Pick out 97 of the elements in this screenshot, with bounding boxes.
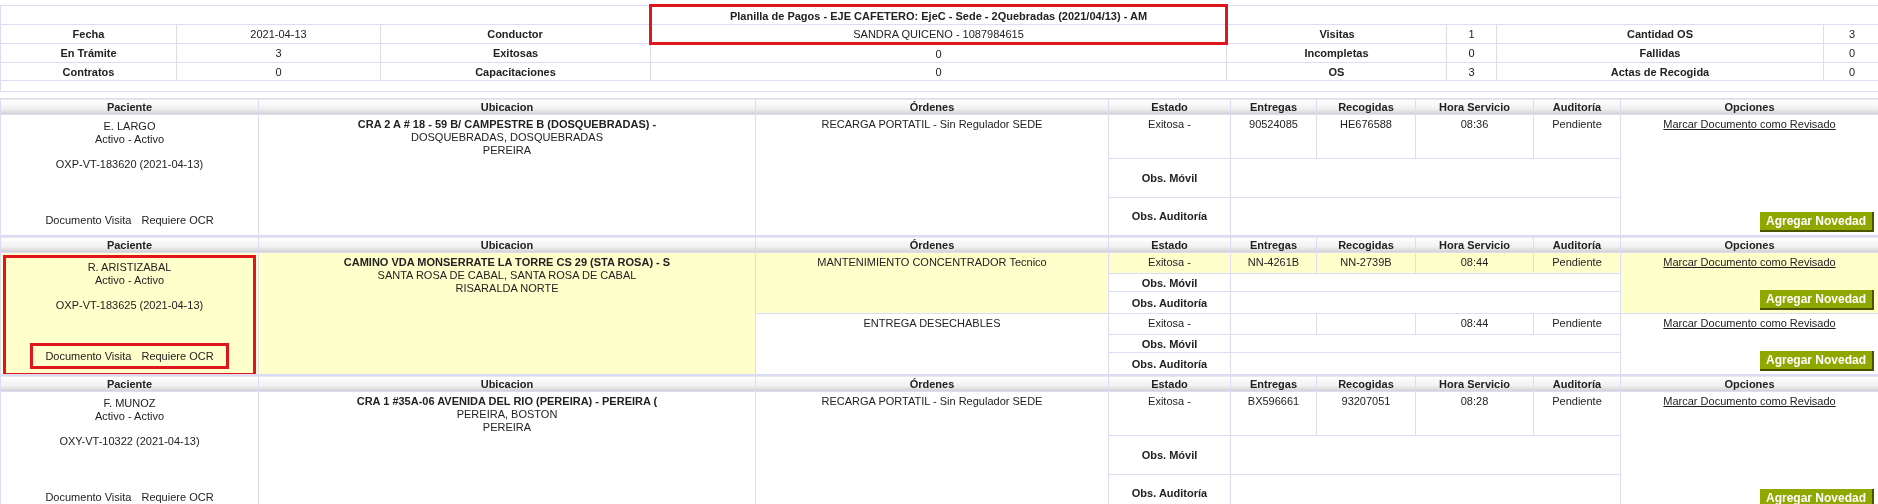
address-line: SANTA ROSA DE CABAL, SANTA ROSA DE CABAL	[376, 269, 638, 282]
column-header: Estado	[1108, 98, 1231, 115]
patient-status: Activo - Activo	[94, 133, 165, 146]
patient-name: R. ARISTIZABAL	[87, 261, 172, 274]
column-header: Entregas	[1230, 98, 1317, 115]
document-label: Documento Visita	[45, 214, 132, 226]
column-header: Estado	[1108, 375, 1231, 392]
column-header: Entregas	[1230, 375, 1317, 392]
address-line: CAMINO VDA MONSERRATE LA TORRE CS 29 (STA ROSA) - S	[342, 256, 672, 269]
summary-label: Capacitaciones	[380, 62, 651, 81]
summary-value: 1	[1446, 24, 1497, 44]
summary-label: Incompletas	[1226, 43, 1447, 63]
table-cell: BX596661	[1230, 391, 1317, 436]
summary-value: 0	[1446, 43, 1497, 63]
column-header: Ubicacion	[258, 98, 756, 115]
summary-label: Cantidad OS	[1496, 24, 1824, 44]
mark-reviewed-link[interactable]: Marcar Documento como Revisado	[1663, 256, 1836, 268]
summary-label: Visitas	[1226, 24, 1447, 44]
sheet-title: Planilla de Pagos - EJE CAFETERO: EjeC - Sede - 2Quebradas (2021/04/13) - AM	[650, 5, 1227, 25]
address-line: CRA 2 A # 18 - 59 B/ CAMPESTRE B (DOSQUEBRADAS) -	[356, 118, 658, 131]
column-header: Recogidas	[1316, 375, 1416, 392]
table-cell: 90524085	[1230, 114, 1317, 159]
column-header: Paciente	[0, 375, 259, 392]
patient-status: Activo - Activo	[94, 410, 165, 423]
column-header: Recogidas	[1316, 98, 1416, 115]
column-header: Hora Servicio	[1415, 236, 1534, 253]
obs-label: Obs. Móvil	[1108, 158, 1231, 198]
column-header: Recogidas	[1316, 236, 1416, 253]
table-cell: 08:36	[1415, 114, 1534, 159]
summary-value: 2021-04-13	[176, 24, 381, 44]
column-header: Estado	[1108, 236, 1231, 253]
obs-label: Obs. Auditoría	[1108, 291, 1231, 314]
obs-label: Obs. Móvil	[1108, 334, 1231, 353]
table-cell: Pendiente	[1533, 114, 1621, 159]
column-header: Auditoría	[1533, 98, 1621, 115]
visit-code: OXY-VT-10322 (2021-04-13)	[59, 435, 200, 448]
summary-label: En Trámite	[0, 43, 177, 63]
obs-label: Obs. Móvil	[1108, 273, 1231, 292]
table-cell: MANTENIMIENTO CONCENTRADOR Tecnico	[755, 252, 1109, 314]
summary-label: Fallidas	[1496, 43, 1824, 63]
address-line: PEREIRA, BOSTON	[455, 408, 559, 421]
summary-label: Exitosas	[380, 43, 651, 63]
visit-code: OXP-VT-183625 (2021-04-13)	[55, 299, 204, 312]
obs-label: Obs. Auditoría	[1108, 197, 1231, 236]
patient-name: E. LARGO	[103, 120, 156, 133]
visit-code: OXP-VT-183620 (2021-04-13)	[55, 158, 204, 171]
column-header: Entregas	[1230, 236, 1317, 253]
table-cell: 93207051	[1316, 391, 1416, 436]
address-line: RISARALDA NORTE	[454, 282, 560, 295]
column-header: Opciones	[1620, 236, 1878, 253]
column-header: Hora Servicio	[1415, 375, 1534, 392]
document-label: Requiere OCR	[141, 350, 214, 362]
address-line: DOSQUEBRADAS, DOSQUEBRADAS	[410, 131, 604, 144]
table-cell: Exitosa -	[1108, 114, 1231, 159]
document-label: Documento Visita	[45, 350, 132, 362]
column-header: Órdenes	[755, 375, 1109, 392]
column-header: Órdenes	[755, 236, 1109, 253]
column-header: Auditoría	[1533, 375, 1621, 392]
summary-label: Fecha	[0, 24, 177, 44]
column-header: Opciones	[1620, 98, 1878, 115]
mark-reviewed-link[interactable]: Marcar Documento como Revisado	[1663, 317, 1836, 329]
mark-reviewed-link[interactable]: Marcar Documento como Revisado	[1663, 395, 1836, 407]
address-line: PEREIRA	[481, 144, 533, 157]
column-header: Órdenes	[755, 98, 1109, 115]
document-label: Requiere OCR	[141, 214, 214, 226]
summary-label: OS	[1226, 62, 1447, 81]
obs-label: Obs. Auditoría	[1108, 352, 1231, 375]
document-label: Documento Visita	[45, 491, 132, 503]
summary-value: SANDRA QUICENO - 1087984615	[650, 24, 1227, 44]
summary-label: Actas de Recogida	[1496, 62, 1824, 81]
column-header: Auditoría	[1533, 236, 1621, 253]
patient-status: Activo - Activo	[94, 274, 165, 287]
table-cell: RECARGA PORTATIL - Sin Regulador SEDE	[755, 114, 1109, 236]
table-cell: HE676588	[1316, 114, 1416, 159]
table-cell: Pendiente	[1533, 391, 1621, 436]
document-label: Requiere OCR	[141, 491, 214, 503]
column-header: Hora Servicio	[1415, 98, 1534, 115]
column-header: Paciente	[0, 236, 259, 253]
summary-value: 3	[1446, 62, 1497, 81]
column-header: Paciente	[0, 98, 259, 115]
table-cell: Exitosa -	[1108, 391, 1231, 436]
patient-name: F. MUNOZ	[103, 397, 156, 410]
address-line: CRA 1 #35A-06 AVENIDA DEL RIO (PEREIRA) - PEREIRA (	[355, 395, 659, 408]
column-header: Opciones	[1620, 375, 1878, 392]
table-cell: 08:28	[1415, 391, 1534, 436]
summary-value: 0	[650, 62, 1227, 81]
mark-reviewed-link[interactable]: Marcar Documento como Revisado	[1663, 118, 1836, 130]
summary-value: 0	[176, 62, 381, 81]
summary-value: 3	[176, 43, 381, 63]
column-header: Ubicacion	[258, 375, 756, 392]
summary-label: Contratos	[0, 62, 177, 81]
obs-label: Obs. Móvil	[1108, 435, 1231, 475]
table-cell: RECARGA PORTATIL - Sin Regulador SEDE	[755, 391, 1109, 504]
address-line: PEREIRA	[481, 421, 533, 434]
table-cell: ENTREGA DESECHABLES	[755, 313, 1109, 375]
summary-value: 0	[650, 43, 1227, 63]
column-header: Ubicacion	[258, 236, 756, 253]
